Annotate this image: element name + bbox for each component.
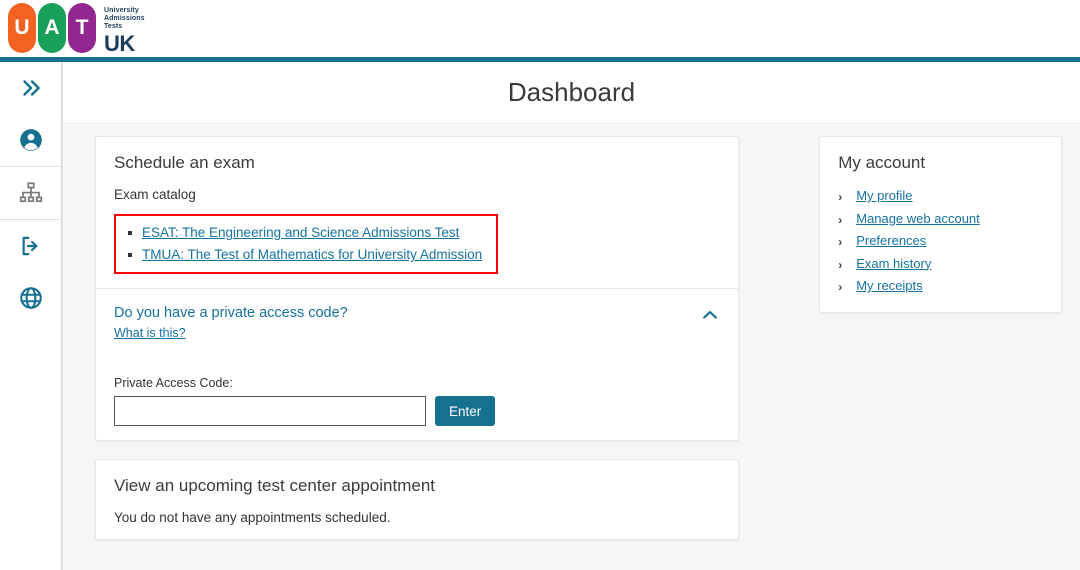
list-item: ESAT: The Engineering and Science Admiss… xyxy=(126,222,482,244)
chevron-right-icon: › xyxy=(838,190,843,204)
main-content: Dashboard Schedule an exam Exam catalog … xyxy=(62,62,1080,570)
private-access-code-input[interactable] xyxy=(114,396,426,426)
private-access-question: Do you have a private access code? xyxy=(114,305,348,321)
my-account-card: My account › My profile › Manage web acc… xyxy=(819,136,1062,313)
private-access-text-block: Do you have a private access code? What … xyxy=(114,305,348,342)
schedule-exam-title: Schedule an exam xyxy=(114,153,255,172)
content-columns: Schedule an exam Exam catalog ESAT: The … xyxy=(63,124,1080,558)
appointment-title: View an upcoming test center appointment xyxy=(114,476,435,495)
appointment-message: You do not have any appointments schedul… xyxy=(114,510,391,525)
schedule-exam-card: Schedule an exam Exam catalog ESAT: The … xyxy=(95,136,740,441)
exam-catalog-list: ESAT: The Engineering and Science Admiss… xyxy=(126,222,482,266)
my-account-links: › My profile › Manage web account › Pref… xyxy=(838,185,1043,298)
list-item: › Exam history xyxy=(838,253,1043,276)
logo-tile-a: A xyxy=(38,3,66,53)
secondary-column: My account › My profile › Manage web acc… xyxy=(819,136,1062,558)
left-sidebar xyxy=(0,62,62,570)
logo-wordmark: University Admissions Tests UK xyxy=(104,3,145,55)
account-link-preferences[interactable]: Preferences xyxy=(856,233,926,248)
sidebar-item-sign-out[interactable] xyxy=(0,220,61,272)
page-title: Dashboard xyxy=(507,77,636,107)
page-title-bar: Dashboard xyxy=(63,62,1080,124)
double-chevron-right-icon xyxy=(22,80,40,96)
account-link-my-profile[interactable]: My profile xyxy=(856,188,912,203)
exam-link-esat[interactable]: ESAT: The Engineering and Science Admiss… xyxy=(142,225,459,240)
exam-links-highlight: ESAT: The Engineering and Science Admiss… xyxy=(114,214,499,274)
list-item: TMUA: The Test of Mathematics for Univer… xyxy=(126,244,482,266)
chevron-right-icon: › xyxy=(838,280,843,294)
chevron-up-icon[interactable] xyxy=(700,305,720,325)
list-item: › Manage web account xyxy=(838,208,1043,231)
appointment-section: View an upcoming test center appointment… xyxy=(96,460,738,539)
private-access-header[interactable]: Do you have a private access code? What … xyxy=(114,305,720,342)
chevron-right-icon: › xyxy=(838,257,843,272)
sidebar-item-language[interactable] xyxy=(0,272,61,324)
private-access-section: Do you have a private access code? What … xyxy=(96,289,738,440)
dashboard-page: U A T University Admissions Tests UK Das… xyxy=(0,0,1080,570)
logout-icon xyxy=(22,236,37,256)
account-link-my-receipts[interactable]: My receipts xyxy=(856,278,922,293)
sidebar-item-organization[interactable] xyxy=(0,167,61,219)
logo-line-university: University xyxy=(104,7,139,14)
globe-icon xyxy=(19,287,42,309)
account-link-exam-history[interactable]: Exam history xyxy=(856,256,931,271)
primary-column: Schedule an exam Exam catalog ESAT: The … xyxy=(95,136,740,558)
uat-uk-logo: U A T University Admissions Tests UK xyxy=(8,3,145,55)
private-access-code-label: Private Access Code: xyxy=(114,376,233,390)
list-item: › My profile xyxy=(838,185,1043,208)
exam-catalog-label: Exam catalog xyxy=(114,187,196,202)
my-account-title: My account xyxy=(838,153,926,172)
appointment-card: View an upcoming test center appointment… xyxy=(95,459,740,540)
account-link-manage-web-account[interactable]: Manage web account xyxy=(856,211,980,226)
logo-tile-u: U xyxy=(8,3,36,53)
my-account-section: My account › My profile › Manage web acc… xyxy=(820,137,1061,312)
person-circle-icon xyxy=(19,129,42,151)
sidebar-item-account[interactable] xyxy=(0,114,61,166)
exam-link-tmua[interactable]: TMUA: The Test of Mathematics for Univer… xyxy=(142,247,482,262)
private-access-input-row: Enter xyxy=(114,396,720,426)
logo-tile-t: T xyxy=(68,3,96,53)
chevron-right-icon: › xyxy=(838,235,843,249)
enter-button[interactable]: Enter xyxy=(435,396,496,426)
schedule-exam-section: Schedule an exam Exam catalog ESAT: The … xyxy=(96,137,738,288)
chevron-right-icon: › xyxy=(838,212,843,227)
what-is-this-link[interactable]: What is this? xyxy=(114,326,186,340)
logo-line-admissions: Admissions xyxy=(104,15,145,23)
sitemap-icon xyxy=(19,182,42,203)
app-header: U A T University Admissions Tests UK xyxy=(0,0,1080,57)
list-item: › My receipts xyxy=(838,275,1043,298)
logo-uk-text: UK xyxy=(104,30,135,56)
sidebar-item-expand[interactable] xyxy=(0,62,61,114)
list-item: › Preferences xyxy=(838,230,1043,253)
